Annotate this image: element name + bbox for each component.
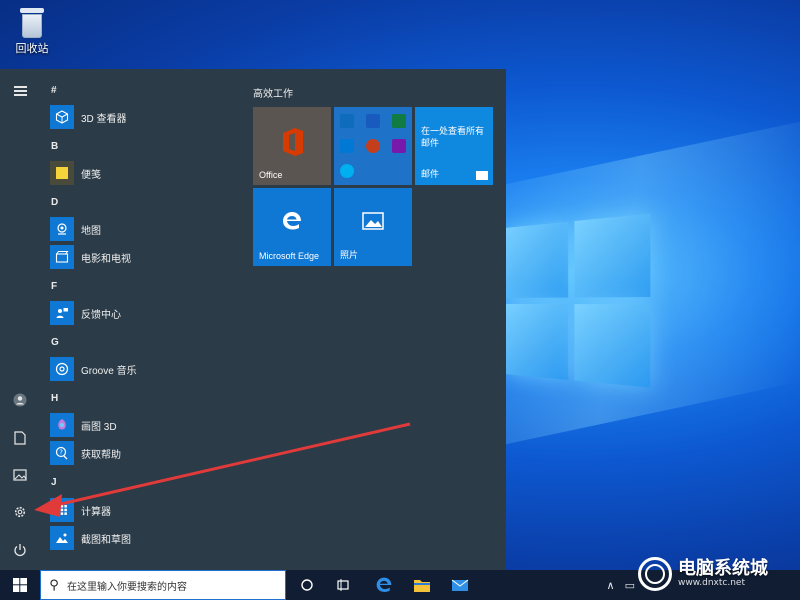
settings-icon[interactable]: [8, 500, 32, 524]
tile-label: 照片: [340, 250, 359, 260]
app-name: 反馈中心: [81, 309, 121, 321]
folder-icon: [414, 580, 430, 592]
app-name: 地图: [81, 225, 101, 237]
app-feedback-hub[interactable]: 反馈中心: [50, 300, 121, 326]
taskbar-edge[interactable]: [368, 570, 400, 600]
start-menu: # 3D 查看器 B 便笺 D 地图 电影和电视 F 反馈中心 G Groove…: [0, 69, 506, 570]
start-button[interactable]: [0, 570, 40, 600]
tile-mail[interactable]: 在一处查看所有 邮件 邮件: [415, 107, 493, 185]
movies-tv-icon: [50, 245, 74, 269]
menu-icon[interactable]: [8, 79, 32, 103]
document-icon[interactable]: [8, 426, 32, 450]
app-name: 便笺: [81, 169, 101, 181]
tile-label: 邮件: [421, 169, 440, 179]
outlook-icon: [340, 114, 354, 128]
app-movies-tv[interactable]: 电影和电视: [50, 244, 131, 270]
app-name: Groove 音乐: [81, 365, 137, 377]
recycle-bin-shortcut[interactable]: 回收站: [10, 4, 54, 62]
windows-icon: [13, 578, 27, 592]
get-help-icon: ?: [50, 441, 74, 465]
feedback-hub-icon: [50, 301, 74, 325]
letter-header[interactable]: H: [51, 393, 58, 404]
mail-tile-line2: 邮件: [421, 138, 440, 148]
sticky-notes-icon: [50, 161, 74, 185]
tiles-group-title[interactable]: 高效工作: [253, 85, 293, 100]
letter-header[interactable]: J: [51, 477, 57, 488]
app-name: 电影和电视: [81, 253, 131, 265]
3d-viewer-icon: [50, 105, 74, 129]
system-tray: ∧ ▭: [602, 570, 640, 600]
app-3d-viewer[interactable]: 3D 查看器: [50, 104, 127, 130]
letter-header[interactable]: B: [51, 141, 58, 152]
search-box[interactable]: ⚲ 在这里输入你要搜索的内容: [40, 570, 286, 600]
taskbar-file-explorer[interactable]: [406, 570, 438, 600]
taskbar-mail[interactable]: [444, 570, 476, 600]
watermark-url: www.dnxtc.net: [678, 578, 745, 588]
app-groove-music[interactable]: Groove 音乐: [50, 356, 137, 382]
skype-icon: [340, 164, 354, 178]
onenote-icon: [392, 139, 406, 153]
tile-label: Microsoft Edge: [259, 251, 320, 261]
paint-3d-icon: [50, 413, 74, 437]
cortana-icon: [301, 579, 313, 591]
tray-chevron-icon[interactable]: ∧: [607, 579, 615, 592]
mail-icon: [451, 579, 469, 591]
user-icon[interactable]: [8, 388, 32, 412]
tile-office[interactable]: Office: [253, 107, 331, 185]
app-name: 计算器: [81, 506, 111, 518]
office-icon: [280, 127, 306, 162]
search-icon: ⚲: [49, 577, 59, 592]
app-name: 获取帮助: [81, 449, 121, 461]
tile-microsoft-edge[interactable]: Microsoft Edge: [253, 188, 331, 266]
edge-icon: [376, 577, 392, 592]
power-icon[interactable]: [8, 538, 32, 562]
calculator-icon: [50, 498, 74, 522]
app-maps[interactable]: 地图: [50, 216, 101, 242]
app-list: # 3D 查看器 B 便笺 D 地图 电影和电视 F 反馈中心 G Groove…: [40, 69, 240, 570]
recycle-bin-icon: [18, 6, 46, 38]
tile-label: Office: [259, 170, 283, 180]
letter-header[interactable]: F: [51, 281, 57, 292]
letter-header[interactable]: G: [51, 337, 59, 348]
start-rail: [0, 69, 40, 570]
maps-icon: [50, 217, 74, 241]
snip-sketch-icon: [50, 526, 74, 550]
pictures-icon[interactable]: [8, 463, 32, 487]
watermark-logo-icon: [638, 557, 672, 591]
mail-tile-line1: 在一处查看所有: [421, 126, 485, 136]
photos-icon: [362, 212, 384, 235]
edge-icon: [281, 210, 303, 237]
app-name: 画图 3D: [81, 421, 117, 433]
excel-icon: [392, 114, 406, 128]
onedrive-icon: [340, 139, 354, 153]
site-watermark: 电脑系统城 www.dnxtc.net: [638, 548, 798, 600]
letter-header[interactable]: D: [51, 197, 58, 208]
powerpoint-icon: [366, 139, 380, 153]
tray-app-icon[interactable]: ▭: [625, 579, 635, 592]
groove-music-icon: [50, 357, 74, 381]
app-get-help[interactable]: ? 获取帮助: [50, 440, 121, 466]
svg-text:?: ?: [59, 449, 63, 457]
mail-icon: [476, 171, 488, 180]
task-view-button[interactable]: [328, 570, 358, 600]
app-snip-sketch[interactable]: 截图和草图: [50, 525, 131, 551]
letter-header[interactable]: #: [51, 85, 57, 96]
app-name: 3D 查看器: [81, 113, 127, 125]
tile-office-apps-group[interactable]: [334, 107, 412, 185]
app-calculator[interactable]: 计算器: [50, 497, 111, 523]
app-sticky-notes[interactable]: 便笺: [50, 160, 101, 186]
windows-logo-wallpaper: [505, 213, 653, 392]
task-view-icon: [337, 579, 349, 591]
app-name: 截图和草图: [81, 534, 131, 546]
tile-photos[interactable]: 照片: [334, 188, 412, 266]
app-paint-3d[interactable]: 画图 3D: [50, 412, 117, 438]
watermark-title: 电脑系统城: [678, 558, 768, 579]
word-icon: [366, 114, 380, 128]
search-placeholder: 在这里输入你要搜索的内容: [67, 581, 187, 593]
cortana-button[interactable]: [292, 570, 322, 600]
recycle-bin-label: 回收站: [15, 43, 49, 55]
